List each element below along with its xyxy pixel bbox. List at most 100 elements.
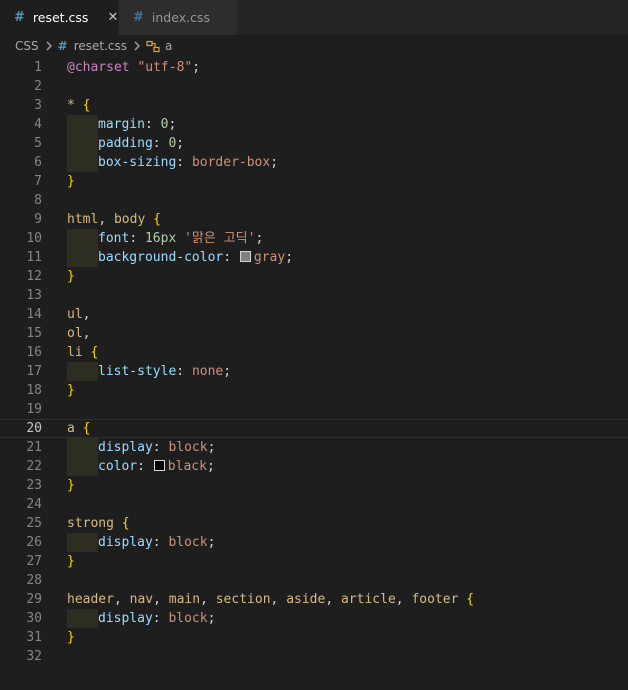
- indent-guide: [67, 438, 98, 457]
- brace-token: }: [67, 478, 75, 493]
- code-line[interactable]: 10 font: 16px '맑은 고딕';: [0, 229, 628, 248]
- code-line[interactable]: 9 html, body {: [0, 210, 628, 229]
- css-file-icon: #: [57, 39, 68, 53]
- code-line[interactable]: 28: [0, 571, 628, 590]
- punctuation-token: ;: [168, 117, 177, 132]
- code-line[interactable]: 32: [0, 647, 628, 666]
- line-number: 24: [26, 497, 42, 512]
- punctuation-token: ,: [153, 592, 169, 607]
- color-swatch[interactable]: [153, 460, 165, 471]
- line-number: 22: [26, 459, 42, 474]
- line-number: 13: [26, 288, 42, 303]
- code-text: list-style: none;: [67, 362, 231, 381]
- code-line[interactable]: 7}: [0, 172, 628, 191]
- selector-token: ul: [67, 307, 83, 322]
- selector-token: main: [168, 592, 201, 607]
- brace-token: }: [67, 554, 75, 569]
- property-token: display: [98, 440, 153, 455]
- code-text: ol,: [67, 324, 90, 343]
- code-line[interactable]: 23}: [0, 476, 628, 495]
- code-text: ul,: [67, 305, 90, 324]
- punctuation-token: ;: [270, 155, 279, 170]
- punctuation-token: :: [152, 440, 169, 455]
- code-line[interactable]: 27}: [0, 552, 628, 571]
- code-line[interactable]: 18}: [0, 381, 628, 400]
- punctuation-token: ;: [255, 231, 264, 246]
- code-line[interactable]: 25 strong {: [0, 514, 628, 533]
- code-line[interactable]: 11 background-color: gray;: [0, 248, 628, 267]
- line-number: 16: [26, 345, 42, 360]
- code-line[interactable]: 8: [0, 191, 628, 210]
- selector-token: body: [113, 212, 146, 227]
- code-line[interactable]: 20 a {: [0, 419, 628, 438]
- line-number: 9: [34, 212, 42, 227]
- selector-token: a: [67, 421, 75, 436]
- punctuation-token: ;: [206, 459, 215, 474]
- tab-reset-css[interactable]: # reset.css ✕: [0, 0, 118, 35]
- line-number: 4: [34, 117, 42, 132]
- code-text: display: block;: [67, 609, 215, 628]
- property-token: font: [98, 231, 130, 246]
- line-number: 2: [34, 79, 42, 94]
- punctuation-token: :: [152, 535, 169, 550]
- value-token: block: [168, 440, 208, 455]
- punctuation-token: ,: [325, 592, 341, 607]
- selector-token: *: [67, 98, 75, 113]
- punctuation-token: ,: [98, 212, 114, 227]
- breadcrumb-root[interactable]: CSS: [15, 39, 39, 53]
- code-line[interactable]: 29 header, nav, main, section, aside, art…: [0, 590, 628, 609]
- brace-token: {: [153, 212, 161, 227]
- code-text: * {: [67, 96, 90, 115]
- at-rule-token: @charset: [67, 60, 130, 75]
- selector-token: article: [340, 592, 396, 607]
- punctuation-token: ;: [285, 250, 294, 265]
- punctuation-token: ;: [223, 364, 232, 379]
- code-line[interactable]: 6 box-sizing: border-box;: [0, 153, 628, 172]
- code-text: html, body {: [67, 210, 161, 229]
- brace-token: }: [67, 630, 75, 645]
- property-token: display: [98, 611, 153, 626]
- indent-guide: [67, 533, 98, 552]
- code-line[interactable]: 4 margin: 0;: [0, 115, 628, 134]
- property-token: padding: [98, 136, 153, 151]
- code-line[interactable]: 1 @charset "utf-8";: [0, 58, 628, 77]
- property-token: background-color: [98, 250, 224, 265]
- code-line[interactable]: 2: [0, 77, 628, 96]
- breadcrumb-file[interactable]: reset.css: [74, 39, 127, 53]
- tab-index-css[interactable]: # index.css: [118, 0, 237, 35]
- close-icon[interactable]: ✕: [107, 10, 118, 25]
- line-number: 10: [26, 231, 42, 246]
- selector-token: strong: [67, 516, 114, 531]
- line-number: 23: [26, 478, 42, 493]
- code-line[interactable]: 16 li {: [0, 343, 628, 362]
- code-line[interactable]: 13: [0, 286, 628, 305]
- line-number: 19: [26, 402, 42, 417]
- code-editor[interactable]: 1 @charset "utf-8"; 2 3 * {4 margin: 0; 5 paddi…: [0, 57, 628, 690]
- code-line[interactable]: 15 ol,: [0, 324, 628, 343]
- property-token: list-style: [98, 364, 177, 379]
- code-line[interactable]: 3 * {: [0, 96, 628, 115]
- code-line[interactable]: 5 padding: 0;: [0, 134, 628, 153]
- code-text: display: block;: [67, 533, 215, 552]
- code-line[interactable]: 24: [0, 495, 628, 514]
- punctuation-token: :: [152, 136, 169, 151]
- code-line[interactable]: 21 display: block;: [0, 438, 628, 457]
- code-text: li {: [67, 343, 98, 362]
- code-line[interactable]: 19: [0, 400, 628, 419]
- color-swatch[interactable]: [239, 251, 251, 262]
- code-line[interactable]: 30 display: block;: [0, 609, 628, 628]
- code-text: margin: 0;: [67, 115, 176, 134]
- selector-token: section: [215, 592, 271, 607]
- code-text: }: [67, 172, 75, 191]
- code-line[interactable]: 22 color: black;: [0, 457, 628, 476]
- code-line[interactable]: 17 list-style: none;: [0, 362, 628, 381]
- indent-guide: [67, 229, 98, 248]
- punctuation-token: [114, 516, 122, 531]
- code-line[interactable]: 12}: [0, 267, 628, 286]
- punctuation-token: [145, 212, 153, 227]
- breadcrumb-symbol[interactable]: a: [165, 39, 172, 53]
- code-line[interactable]: 26 display: block;: [0, 533, 628, 552]
- code-line[interactable]: 14 ul,: [0, 305, 628, 324]
- code-line[interactable]: 31}: [0, 628, 628, 647]
- line-number: 30: [26, 611, 42, 626]
